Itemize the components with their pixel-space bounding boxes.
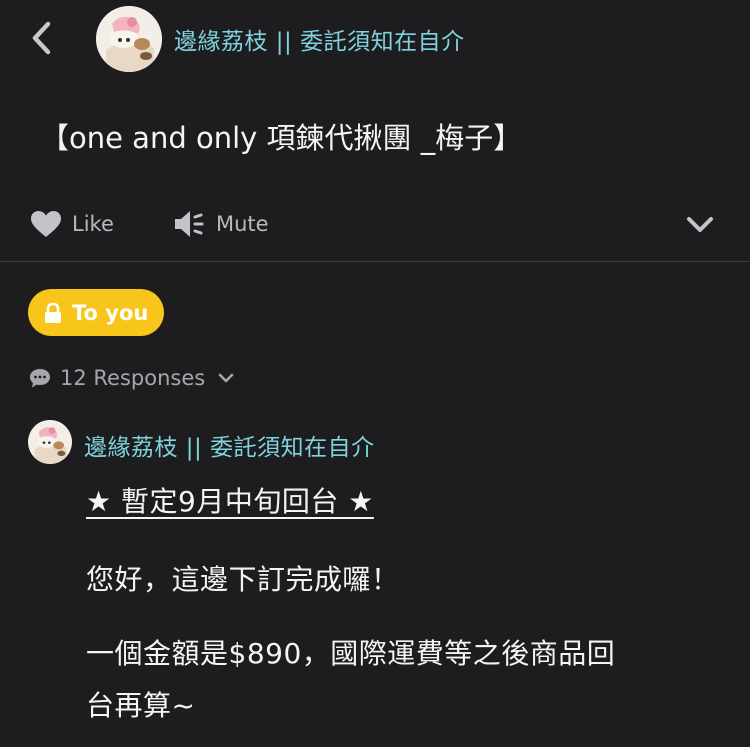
lock-icon bbox=[45, 302, 61, 323]
post-actions: Like Mute bbox=[0, 200, 750, 248]
back-chevron-icon bbox=[32, 21, 51, 55]
chevron-down-icon bbox=[687, 217, 713, 232]
back-button[interactable] bbox=[26, 18, 60, 58]
reply-author-name[interactable]: 邊緣荔枝 || 委託須知在自介 bbox=[84, 428, 375, 462]
reply-line: 一個金額是$890，國際運費等之後商品回 bbox=[86, 637, 616, 670]
expand-button[interactable] bbox=[684, 210, 716, 238]
divider bbox=[0, 261, 750, 262]
author-name[interactable]: 邊緣荔枝 || 委託須知在自介 bbox=[174, 22, 465, 56]
like-button[interactable]: Like bbox=[30, 206, 114, 242]
chat-bubble-icon bbox=[30, 369, 50, 388]
like-label: Like bbox=[72, 212, 114, 236]
heart-icon bbox=[31, 211, 61, 237]
responses-count: 12 Responses bbox=[60, 366, 206, 390]
reply-line: ★ 暫定9月中旬回台 ★ bbox=[86, 485, 374, 518]
mute-button[interactable]: Mute bbox=[172, 206, 269, 242]
to-you-label: To you bbox=[72, 300, 149, 325]
to-you-badge: To you bbox=[28, 289, 164, 336]
chevron-down-icon bbox=[218, 373, 234, 383]
post-title: 【one and only 項鍊代揪團 _梅子】 bbox=[40, 121, 523, 155]
post-header: 邊緣荔枝 || 委託須知在自介 bbox=[0, 0, 750, 80]
mute-label: Mute bbox=[216, 212, 269, 236]
responses-toggle[interactable]: 12 Responses bbox=[28, 363, 235, 393]
reply-line: 您好，這邊下訂完成囉！ bbox=[86, 563, 400, 596]
speaker-mute-icon bbox=[175, 211, 204, 237]
reply-line: 台再算~ bbox=[86, 689, 196, 722]
author-avatar[interactable] bbox=[96, 6, 162, 72]
reply-author-avatar[interactable] bbox=[28, 420, 72, 464]
